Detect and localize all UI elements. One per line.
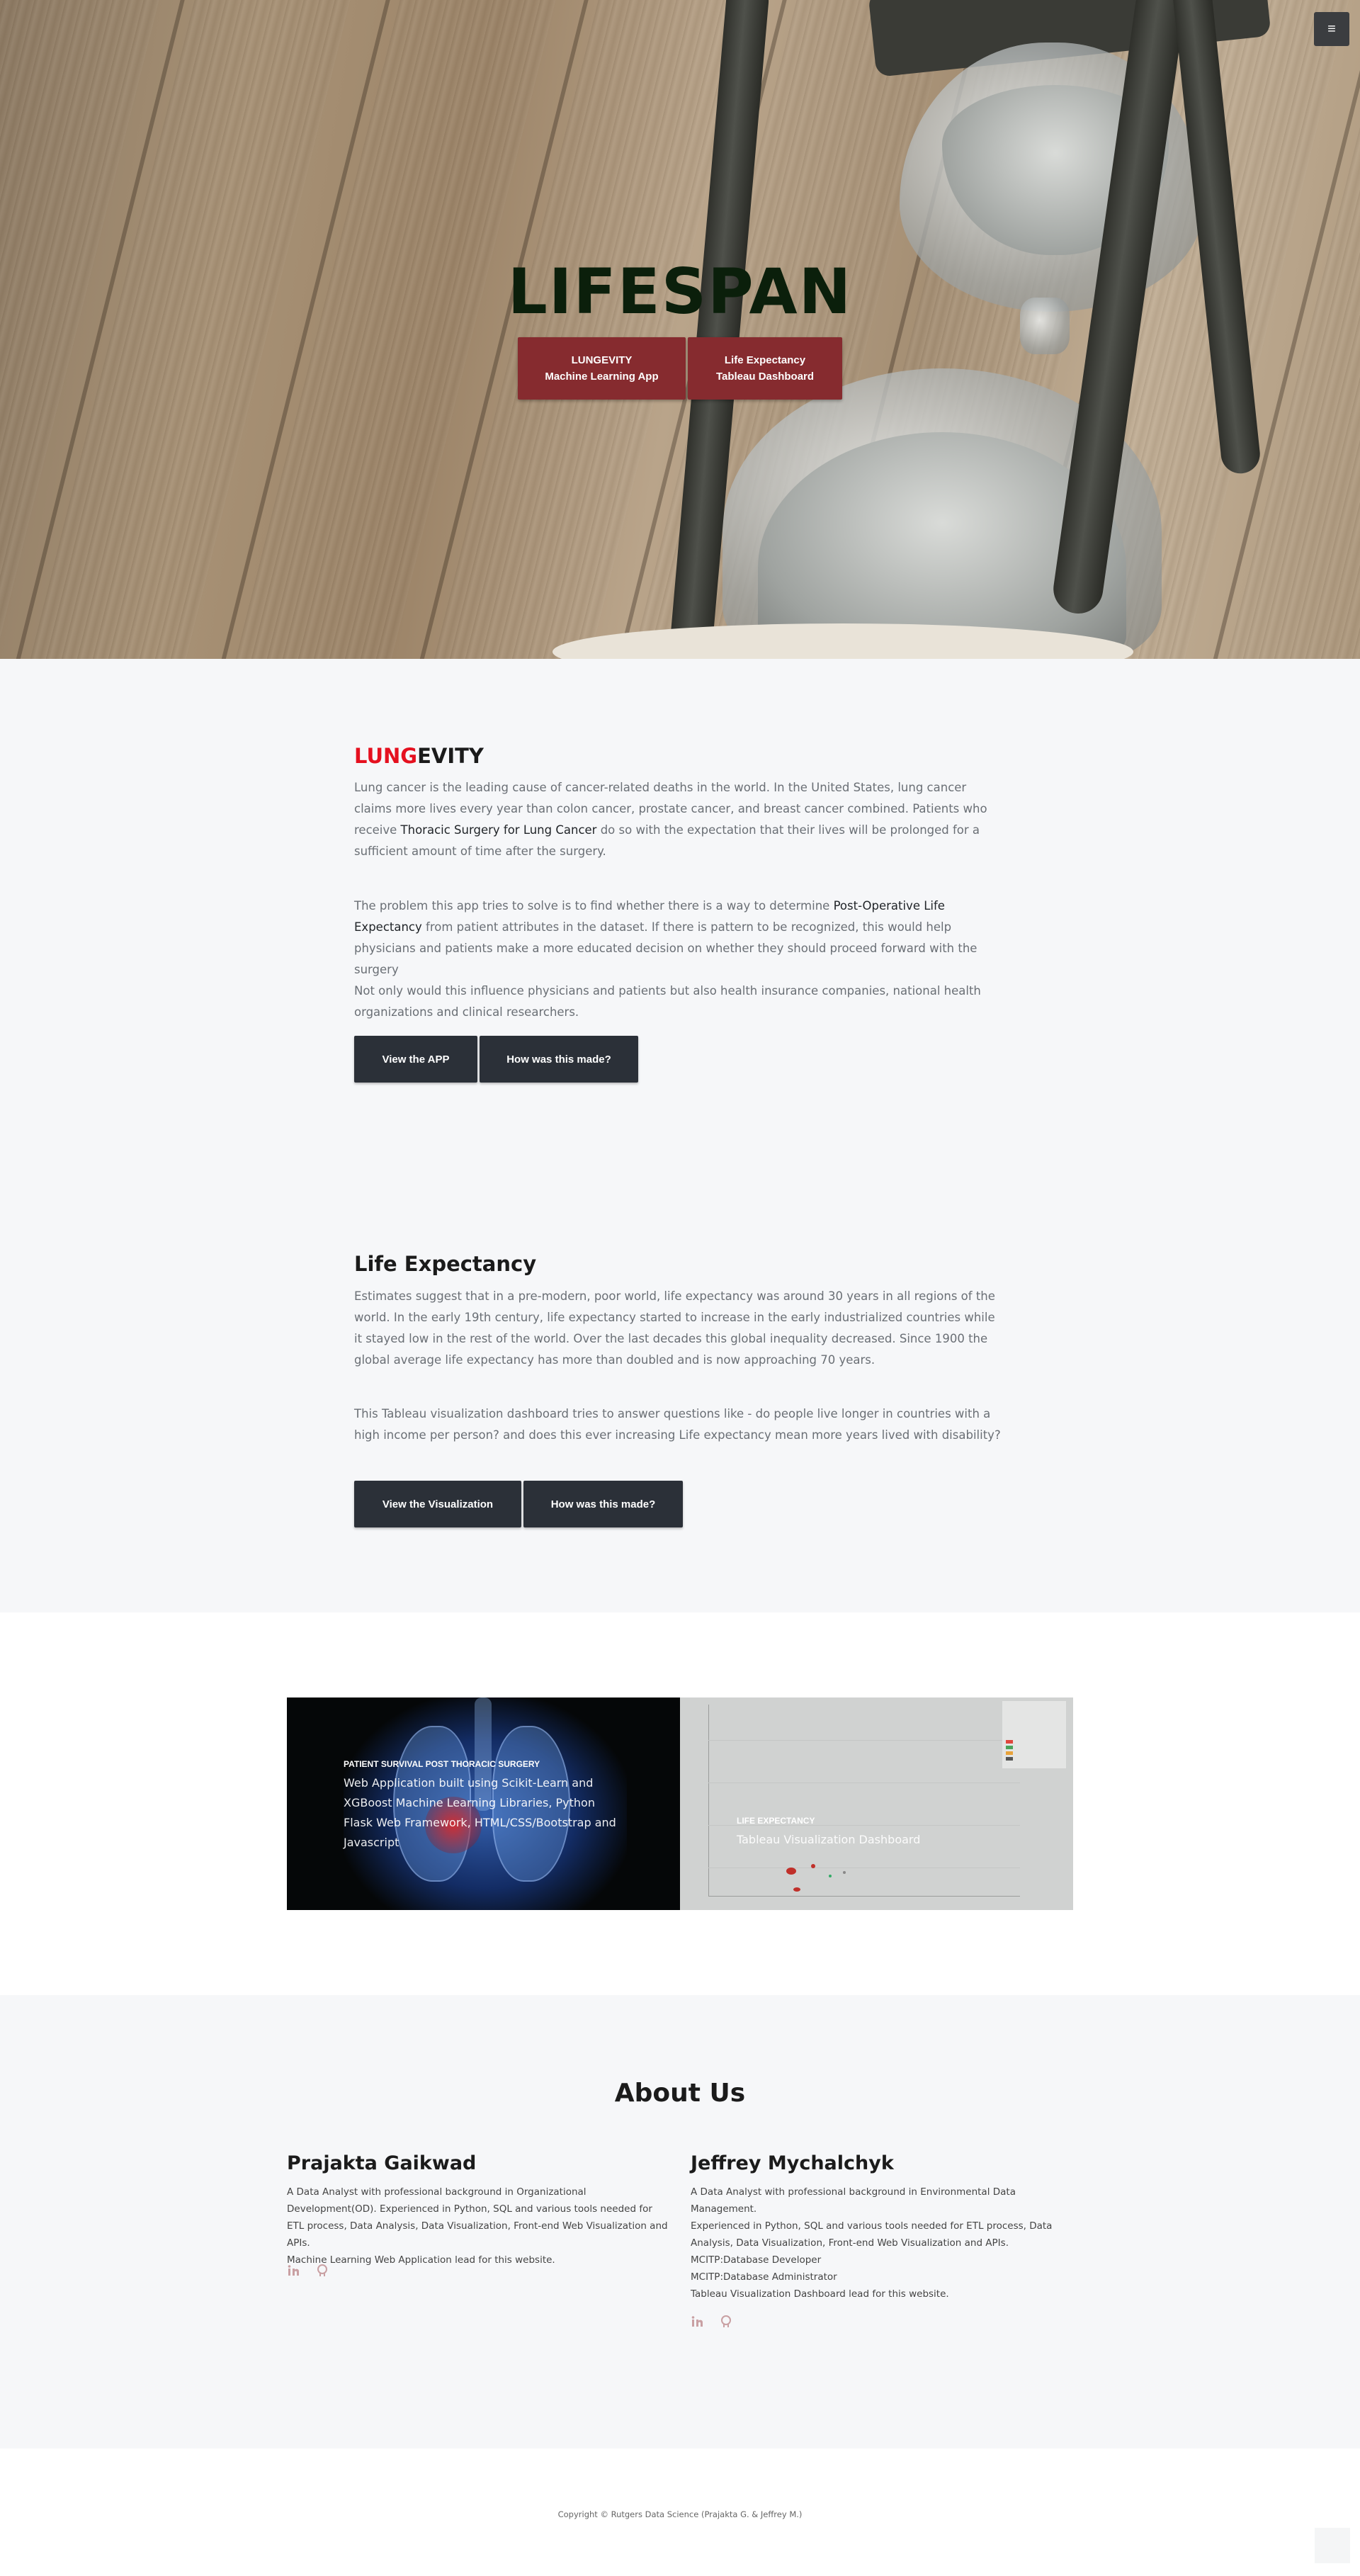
about-section: About Us Prajakta Gaikwad A Data Analyst… xyxy=(0,1995,1360,2448)
lungevity-paragraph-1: Lung cancer is the leading cause of canc… xyxy=(354,777,1006,862)
button-line: LUNGEVITY xyxy=(571,354,633,366)
text: Not only would this influence physicians… xyxy=(354,984,981,1019)
lungevity-title: LUNGEVITY xyxy=(354,744,484,768)
portfolio-tile-lungevity[interactable]: PATIENT SURVIVAL POST THORACIC SURGERY W… xyxy=(287,1697,680,1910)
menu-toggle-button[interactable]: ≡ xyxy=(1314,12,1349,46)
bio-line: Tableau Visualization Dashboard lead for… xyxy=(691,2288,949,2300)
github-icon[interactable] xyxy=(719,2315,733,2329)
lungevity-app-button[interactable]: LUNGEVITY Machine Learning App xyxy=(518,337,686,400)
bio-line: A Data Analyst with professional backgro… xyxy=(287,2186,668,2249)
person-name: Prajakta Gaikwad xyxy=(287,2152,477,2174)
person-name: Jeffrey Mychalchyk xyxy=(691,2152,894,2174)
bio-line: MCITP:Database Developer xyxy=(691,2254,822,2266)
portfolio-category: LIFE EXPECTANCY xyxy=(737,1816,815,1826)
linkedin-icon[interactable] xyxy=(691,2315,705,2329)
life-expectancy-paragraph-2: This Tableau visualization dashboard tri… xyxy=(354,1407,1001,1442)
button-line: Tableau Dashboard xyxy=(715,371,815,383)
view-app-button[interactable]: View the APP xyxy=(354,1036,477,1083)
bio-line: Experienced in Python, SQL and various t… xyxy=(691,2220,1053,2249)
portfolio-section: PATIENT SURVIVAL POST THORACIC SURGERY W… xyxy=(0,1612,1360,1995)
portfolio-category: PATIENT SURVIVAL POST THORACIC SURGERY xyxy=(344,1759,540,1769)
title-rest: EVITY xyxy=(417,744,484,768)
life-expectancy-paragraph-1: Estimates suggest that in a pre-modern, … xyxy=(354,1289,995,1367)
view-visualization-button[interactable]: View the Visualization xyxy=(354,1481,521,1527)
menu-icon: ≡ xyxy=(1327,21,1336,37)
button-line: Machine Learning App xyxy=(545,371,659,383)
portfolio-description: Web Application built using Scikit-Learn… xyxy=(344,1776,616,1849)
hero-section: ≡ LIFESPAN LUNGEVITY Machine Learning Ap… xyxy=(0,0,1360,659)
projects-section: LUNGEVITY Lung cancer is the leading cau… xyxy=(0,659,1360,1612)
person-bio: A Data Analyst with professional backgro… xyxy=(691,2184,1059,2303)
copyright-text: Copyright © Rutgers Data Science (Prajak… xyxy=(557,2509,803,2519)
how-made-visualization-button[interactable]: How was this made? xyxy=(523,1481,683,1527)
github-icon[interactable] xyxy=(315,2264,329,2278)
button-line: Life Expectancy xyxy=(724,354,806,366)
scroll-to-top-button[interactable] xyxy=(1315,2528,1350,2563)
footer: Copyright © Rutgers Data Science (Prajak… xyxy=(0,2448,1360,2576)
about-title: About Us xyxy=(614,2079,746,2108)
portfolio-description: Tableau Visualization Dashboard xyxy=(737,1833,921,1846)
hero-title: LIFESPAN xyxy=(507,255,853,328)
text: from patient attributes in the dataset. … xyxy=(354,920,978,976)
bio-line: A Data Analyst with professional backgro… xyxy=(691,2186,1016,2215)
emphasis-text: Thoracic Surgery for Lung Cancer xyxy=(400,823,597,837)
text: The problem this app tries to solve is t… xyxy=(354,899,834,913)
person-bio: A Data Analyst with professional backgro… xyxy=(287,2184,669,2269)
title-highlight: LUNG xyxy=(354,744,418,768)
life-expectancy-title: Life Expectancy xyxy=(354,1252,537,1276)
tableau-dashboard-button[interactable]: Life Expectancy Tableau Dashboard xyxy=(688,337,842,400)
portfolio-tile-life-expectancy[interactable]: LIFE EXPECTANCY Tableau Visualization Da… xyxy=(680,1697,1073,1910)
bio-line: MCITP:Database Administrator xyxy=(691,2271,837,2283)
how-made-app-button[interactable]: How was this made? xyxy=(480,1036,638,1083)
linkedin-icon[interactable] xyxy=(287,2264,301,2278)
lungevity-paragraph-2: The problem this app tries to solve is t… xyxy=(354,896,1006,1023)
